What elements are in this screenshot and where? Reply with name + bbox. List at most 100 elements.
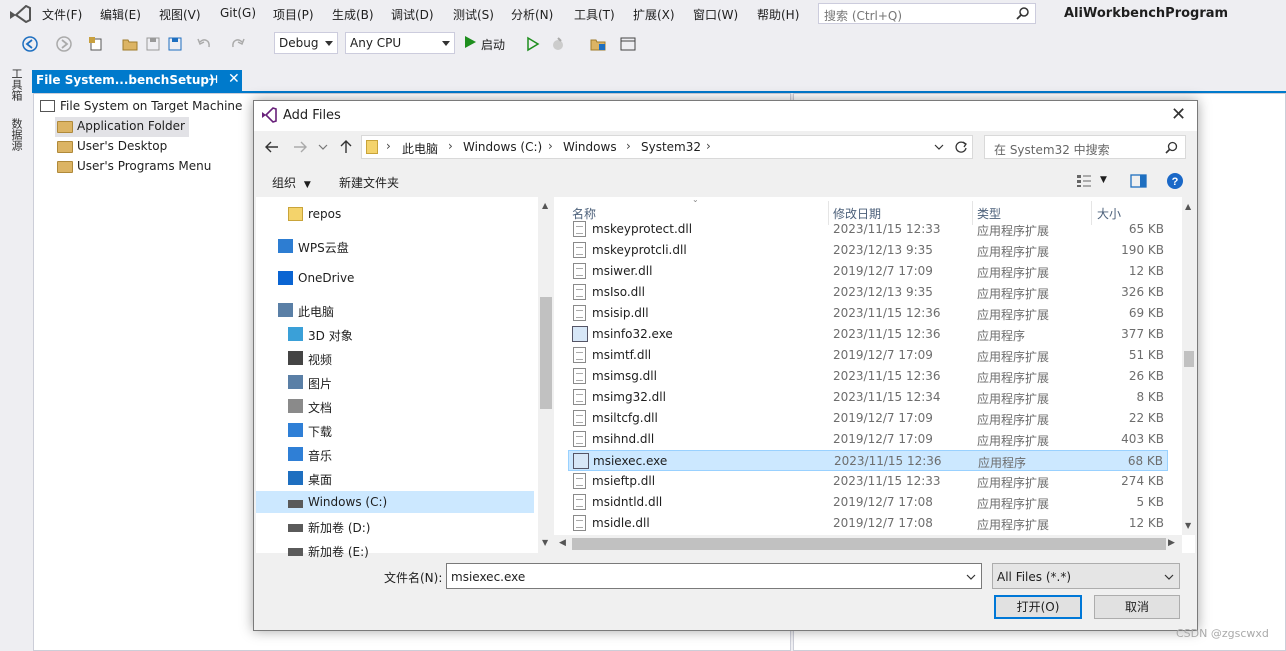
file-list-vscrollbar[interactable]: ▲ ▼: [1182, 197, 1196, 535]
file-row[interactable]: msimtf.dll 2019/12/7 17:09 应用程序扩展 51 KB: [568, 345, 1168, 366]
file-type-select[interactable]: All Files (*.*): [992, 563, 1180, 589]
forward-icon[interactable]: [292, 139, 308, 155]
chevron-down-icon[interactable]: [934, 144, 944, 151]
scroll-down-icon[interactable]: ▼: [542, 538, 548, 547]
menu-item[interactable]: 文件(F): [42, 6, 82, 23]
nav-item[interactable]: Windows (C:): [256, 491, 534, 513]
toolbox-tab[interactable]: 工具箱: [8, 68, 24, 101]
scroll-left-icon[interactable]: ◀: [559, 538, 566, 548]
address-bar[interactable]: › 此电脑 › Windows (C:) › Windows › System3…: [361, 135, 973, 159]
new-project-icon[interactable]: [88, 36, 104, 52]
caret-down-icon[interactable]: ▼: [1100, 175, 1107, 185]
nav-item[interactable]: OneDrive: [256, 267, 534, 289]
file-row[interactable]: mskeyprotect.dll 2023/11/15 12:33 应用程序扩展 65…: [568, 219, 1168, 240]
file-scroll-thumb[interactable]: [1184, 351, 1194, 367]
menu-item[interactable]: Git(G): [220, 6, 256, 20]
scroll-up-icon[interactable]: ▲: [1185, 202, 1191, 211]
nav-item[interactable]: 视频: [256, 347, 534, 369]
file-row[interactable]: msihnd.dll 2019/12/7 17:09 应用程序扩展 403 KB: [568, 429, 1168, 450]
nav-item[interactable]: WPS云盘: [256, 235, 534, 257]
save-icon[interactable]: [145, 36, 161, 52]
search-input[interactable]: 搜索 (Ctrl+Q): [818, 3, 1036, 24]
back-icon[interactable]: [264, 139, 280, 155]
refresh-icon[interactable]: [954, 140, 968, 154]
menu-item[interactable]: 分析(N): [511, 6, 553, 23]
start-button[interactable]: 启动: [463, 32, 519, 54]
nav-scrollbar[interactable]: ▲ ▼: [538, 197, 554, 553]
scroll-up-icon[interactable]: ▲: [542, 201, 548, 210]
file-row[interactable]: mskeyprotcli.dll 2023/12/13 9:35 应用程序扩展 190…: [568, 240, 1168, 261]
menu-item[interactable]: 测试(S): [453, 6, 494, 23]
nav-item[interactable]: 图片: [256, 371, 534, 393]
file-row[interactable]: msieftp.dll 2023/11/15 12:33 应用程序扩展 274 KB: [568, 471, 1168, 492]
dialog-close-button[interactable]: ✕: [1171, 104, 1186, 125]
breadcrumb-windows-c[interactable]: Windows (C:): [463, 140, 542, 154]
menu-item[interactable]: 生成(B): [332, 6, 374, 23]
file-hscroll-thumb[interactable]: [572, 538, 1166, 550]
nav-scroll-thumb[interactable]: [540, 297, 552, 409]
pin-icon[interactable]: ⊣: [208, 73, 218, 86]
filename-input[interactable]: msiexec.exe: [446, 563, 982, 589]
file-row[interactable]: msinfo32.exe 2023/11/15 12:36 应用程序 377 KB: [568, 324, 1168, 345]
file-row[interactable]: msiexec.exe 2023/11/15 12:36 应用程序 68 KB: [568, 450, 1168, 471]
cancel-button[interactable]: 取消: [1094, 595, 1180, 619]
file-row[interactable]: msidntld.dll 2019/12/7 17:08 应用程序扩展 5 KB: [568, 492, 1168, 513]
tree-item-application-folder[interactable]: Application Folder: [55, 117, 189, 137]
view-options-icon[interactable]: [1076, 174, 1092, 188]
nav-item[interactable]: 新加卷 (E:): [256, 539, 534, 561]
menu-item[interactable]: 扩展(X): [633, 6, 675, 23]
undo-icon[interactable]: [196, 36, 212, 52]
file-row[interactable]: msiwer.dll 2019/12/7 17:09 应用程序扩展 12 KB: [568, 261, 1168, 282]
breadcrumb-windows[interactable]: Windows: [563, 140, 617, 154]
nav-item[interactable]: 桌面: [256, 467, 534, 489]
file-row[interactable]: msiltcfg.dll 2019/12/7 17:09 应用程序扩展 22 KB: [568, 408, 1168, 429]
menu-item[interactable]: 编辑(E): [100, 6, 141, 23]
nav-item[interactable]: 下载: [256, 419, 534, 441]
menu-item[interactable]: 视图(V): [159, 6, 201, 23]
file-row[interactable]: msimsg.dll 2023/11/15 12:36 应用程序扩展 26 KB: [568, 366, 1168, 387]
tab-file-system[interactable]: File System...benchSetup) ⊣ ✕: [32, 70, 242, 91]
help-icon[interactable]: ?: [1166, 172, 1184, 190]
nav-item[interactable]: 此电脑: [256, 299, 534, 321]
breadcrumb-this-pc[interactable]: 此电脑: [402, 140, 438, 157]
menu-item[interactable]: 窗口(W): [693, 6, 738, 23]
breadcrumb-system32[interactable]: System32: [641, 140, 701, 154]
nav-item[interactable]: 3D 对象: [256, 323, 534, 345]
chevron-down-icon[interactable]: [966, 574, 976, 581]
nav-item[interactable]: repos: [256, 203, 534, 225]
menu-item[interactable]: 项目(P): [273, 6, 314, 23]
file-row[interactable]: msidle.dll 2019/12/7 17:08 应用程序扩展 12 KB: [568, 513, 1168, 534]
file-row[interactable]: msisip.dll 2023/11/15 12:36 应用程序扩展 69 KB: [568, 303, 1168, 324]
open-folder-icon[interactable]: [122, 36, 138, 52]
dialog-search-input[interactable]: 在 System32 中搜索: [984, 135, 1186, 159]
forward-icon[interactable]: [56, 36, 72, 52]
config-select[interactable]: Debug: [274, 32, 338, 54]
nav-item[interactable]: 文档: [256, 395, 534, 417]
start-without-debug-icon[interactable]: [525, 36, 541, 52]
open-button[interactable]: 打开(O): [994, 595, 1082, 619]
up-icon[interactable]: [338, 139, 354, 155]
file-row[interactable]: msIso.dll 2023/12/13 9:35 应用程序扩展 326 KB: [568, 282, 1168, 303]
redo-icon[interactable]: [230, 36, 246, 52]
file-list-hscrollbar[interactable]: ◀ ▶: [554, 535, 1182, 553]
browse-folder-icon[interactable]: [590, 36, 606, 52]
window-layout-icon[interactable]: [620, 36, 636, 52]
nav-item[interactable]: 音乐: [256, 443, 534, 465]
scroll-down-icon[interactable]: ▼: [1185, 521, 1191, 530]
close-tab-icon[interactable]: ✕: [228, 71, 240, 87]
recent-locations-icon[interactable]: [318, 143, 328, 151]
back-icon[interactable]: [22, 36, 38, 52]
platform-select[interactable]: Any CPU: [345, 32, 455, 54]
data-sources-tab[interactable]: 数据源: [8, 118, 24, 151]
save-all-icon[interactable]: [167, 36, 183, 52]
preview-pane-icon[interactable]: [1130, 174, 1147, 188]
new-folder-button[interactable]: 新建文件夹: [339, 174, 399, 191]
menu-item[interactable]: 帮助(H): [757, 6, 799, 23]
file-row[interactable]: msimg32.dll 2023/11/15 12:34 应用程序扩展 8 KB: [568, 387, 1168, 408]
scroll-right-icon[interactable]: ▶: [1168, 538, 1175, 548]
hot-reload-icon[interactable]: [550, 36, 566, 52]
menu-item[interactable]: 调试(D): [391, 6, 434, 23]
organize-menu[interactable]: 组织 ▼: [272, 174, 311, 191]
menu-item[interactable]: 工具(T): [574, 6, 615, 23]
nav-item[interactable]: 新加卷 (D:): [256, 515, 534, 537]
